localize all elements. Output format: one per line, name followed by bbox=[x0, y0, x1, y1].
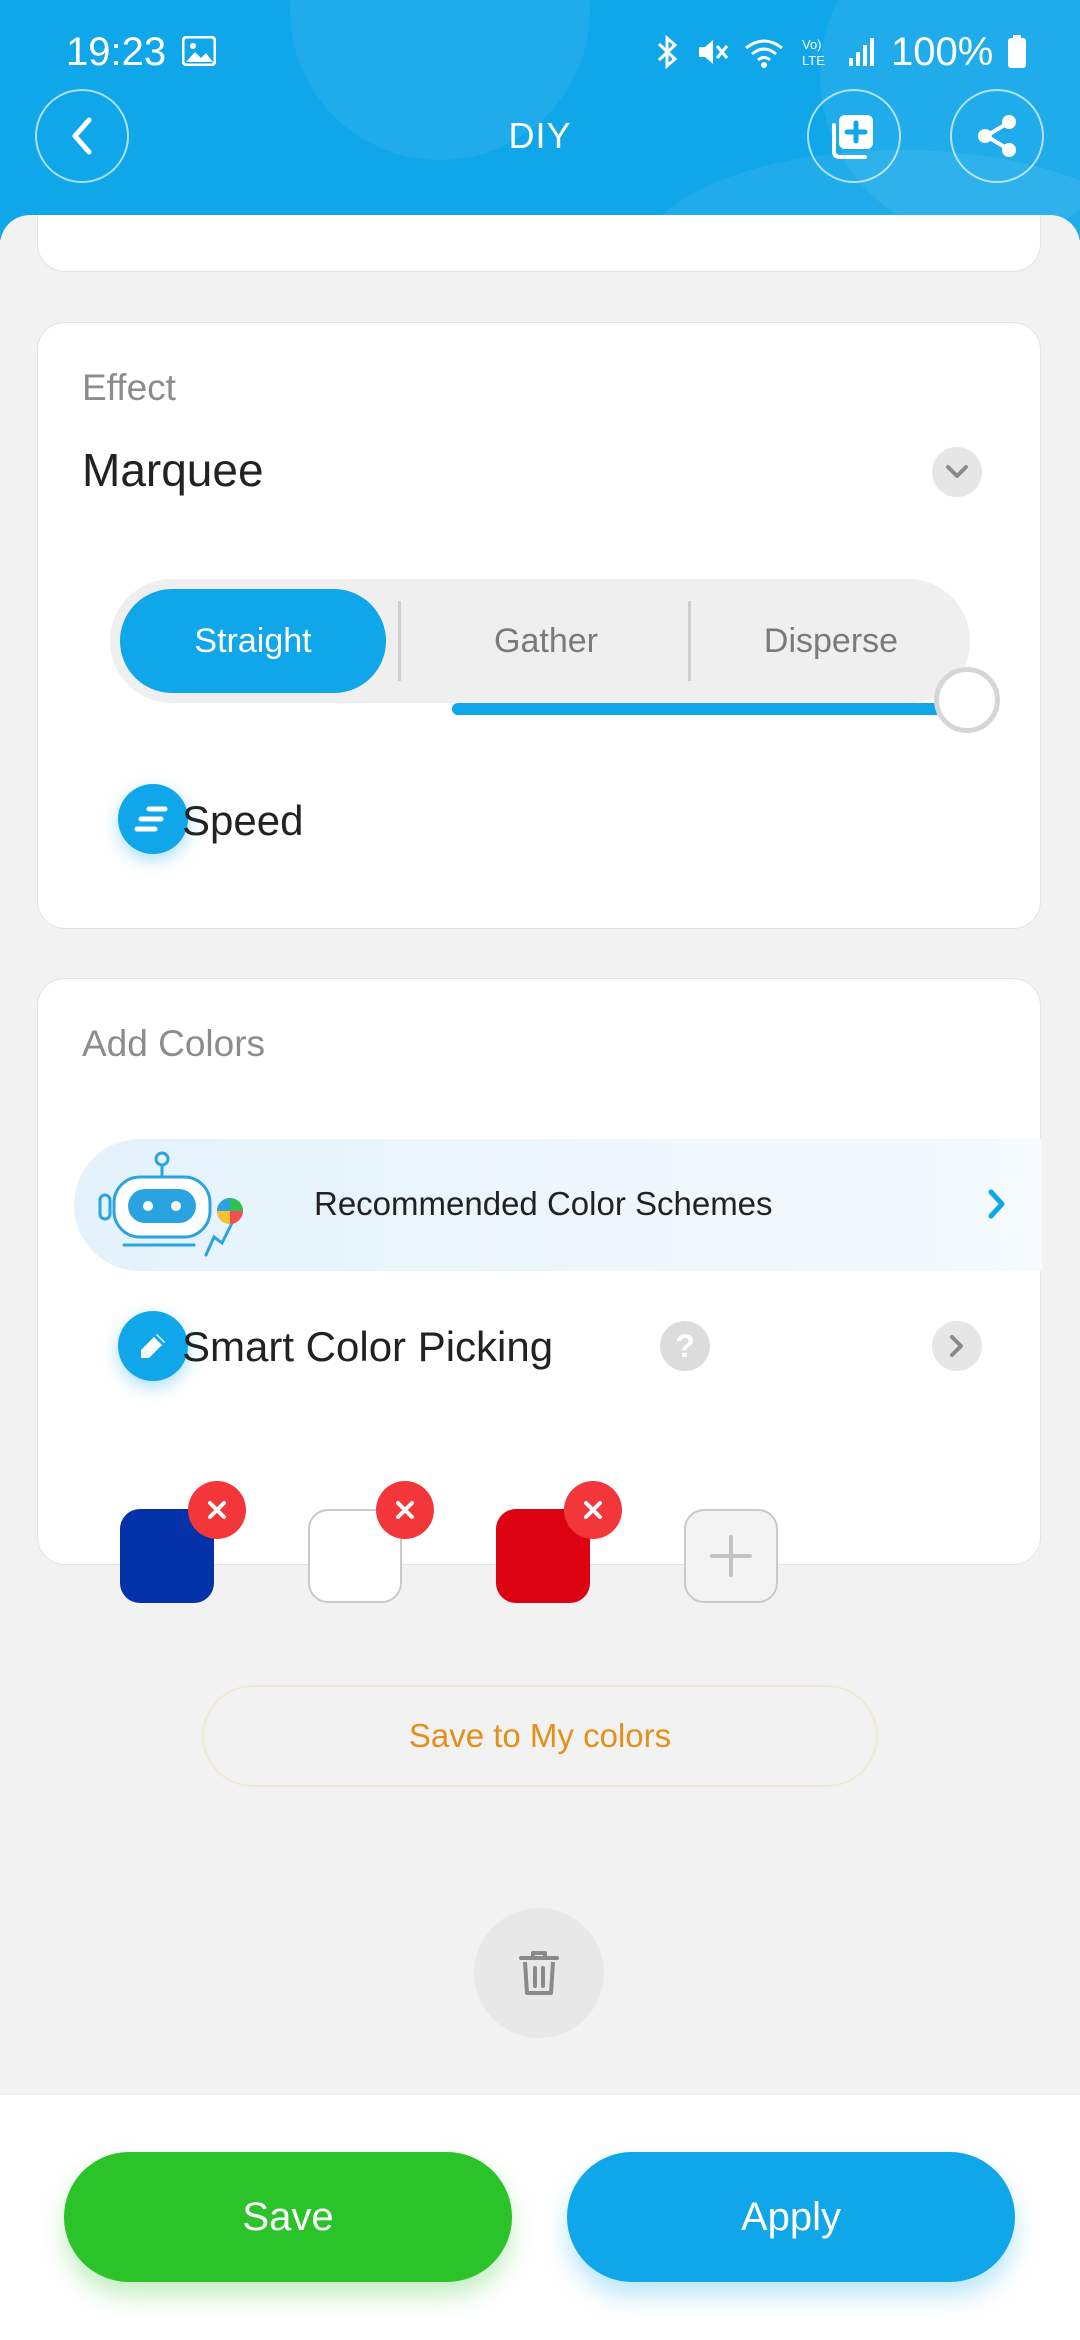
segment-divider bbox=[688, 601, 691, 681]
effect-dropdown-button[interactable] bbox=[932, 447, 982, 497]
volte-icon: Vo) LTE bbox=[802, 37, 825, 68]
effect-label: Effect bbox=[82, 367, 176, 408]
effect-card: Effect Marquee Straight Gather Disperse … bbox=[37, 322, 1041, 929]
speed-slider-thumb[interactable] bbox=[934, 667, 1000, 733]
svg-text:LTE: LTE bbox=[802, 53, 825, 68]
previous-card-bottom bbox=[37, 215, 1041, 272]
save-to-my-colors-button[interactable]: Save to My colors bbox=[202, 1685, 878, 1787]
smart-color-picking-label: Smart Color Picking bbox=[182, 1323, 554, 1370]
plus-icon bbox=[710, 1535, 752, 1577]
svg-text:Vo): Vo) bbox=[802, 37, 822, 52]
chevron-down-icon bbox=[946, 465, 968, 478]
page-title: DIY bbox=[508, 115, 572, 156]
add-colors-label: Add Colors bbox=[82, 1023, 266, 1064]
segment-divider bbox=[398, 601, 401, 681]
add-to-collection-button[interactable] bbox=[807, 89, 901, 183]
remove-color-button[interactable] bbox=[188, 1481, 246, 1539]
recommended-color-schemes-label: Recommended Color Schemes bbox=[314, 1185, 773, 1222]
remove-color-button[interactable] bbox=[564, 1481, 622, 1539]
signal-icon bbox=[849, 38, 874, 66]
delete-button[interactable] bbox=[474, 1908, 604, 2038]
share-button[interactable] bbox=[950, 89, 1044, 183]
remove-color-button[interactable] bbox=[376, 1481, 434, 1539]
app-header: 19:23 Vo) LTE 100% DIY bbox=[0, 0, 1080, 240]
status-time: 19:23 bbox=[66, 30, 167, 74]
speed-icon-badge bbox=[118, 784, 188, 854]
speed-label: Speed bbox=[182, 797, 304, 844]
segment-straight[interactable]: Straight bbox=[120, 589, 386, 693]
eyedropper-icon-badge bbox=[118, 1311, 188, 1381]
content-sheet: Effect Marquee Straight Gather Disperse … bbox=[0, 215, 1080, 2095]
robot-mascot-icon bbox=[98, 1151, 243, 1257]
add-copy-icon bbox=[832, 115, 873, 159]
share-icon bbox=[978, 115, 1016, 157]
system-icons: Vo) LTE 100% bbox=[655, 30, 1027, 74]
trash-icon bbox=[519, 1951, 559, 1995]
status-bar: 19:23 Vo) LTE 100% bbox=[0, 0, 1080, 100]
recommended-color-schemes-row[interactable]: Recommended Color Schemes bbox=[74, 1139, 1042, 1271]
close-icon bbox=[584, 1501, 602, 1519]
segment-disperse[interactable]: Disperse bbox=[692, 589, 970, 693]
segment-gather[interactable]: Gather bbox=[406, 589, 686, 693]
gallery-notification-icon bbox=[182, 36, 216, 66]
add-color-button[interactable] bbox=[684, 1509, 778, 1603]
mute-icon bbox=[699, 40, 729, 64]
direction-segmented-control: Straight Gather Disperse bbox=[110, 579, 970, 703]
apply-button[interactable]: Apply bbox=[567, 2152, 1015, 2282]
close-icon bbox=[208, 1501, 226, 1519]
battery-percent: 100% bbox=[891, 29, 994, 74]
smart-color-picking-arrow bbox=[932, 1321, 982, 1371]
add-colors-card: Add Colors Recommended Color Schemes Sma… bbox=[37, 978, 1042, 1787]
effect-value[interactable]: Marquee bbox=[82, 443, 264, 497]
speed-slider-track[interactable] bbox=[452, 703, 972, 715]
chevron-right-icon bbox=[988, 1189, 1005, 1219]
close-icon bbox=[396, 1501, 414, 1519]
eyedropper-icon bbox=[141, 1334, 165, 1358]
smart-color-picking-help-icon[interactable]: ? bbox=[660, 1321, 710, 1371]
battery-icon bbox=[1008, 35, 1027, 68]
smart-color-picking-row[interactable]: Smart Color Picking ? bbox=[38, 1289, 1042, 1399]
save-button[interactable]: Save bbox=[64, 2152, 512, 2282]
wifi-icon bbox=[745, 39, 783, 68]
speed-icon bbox=[134, 806, 168, 832]
bluetooth-icon bbox=[657, 34, 678, 70]
chevron-right-icon bbox=[950, 1335, 963, 1357]
